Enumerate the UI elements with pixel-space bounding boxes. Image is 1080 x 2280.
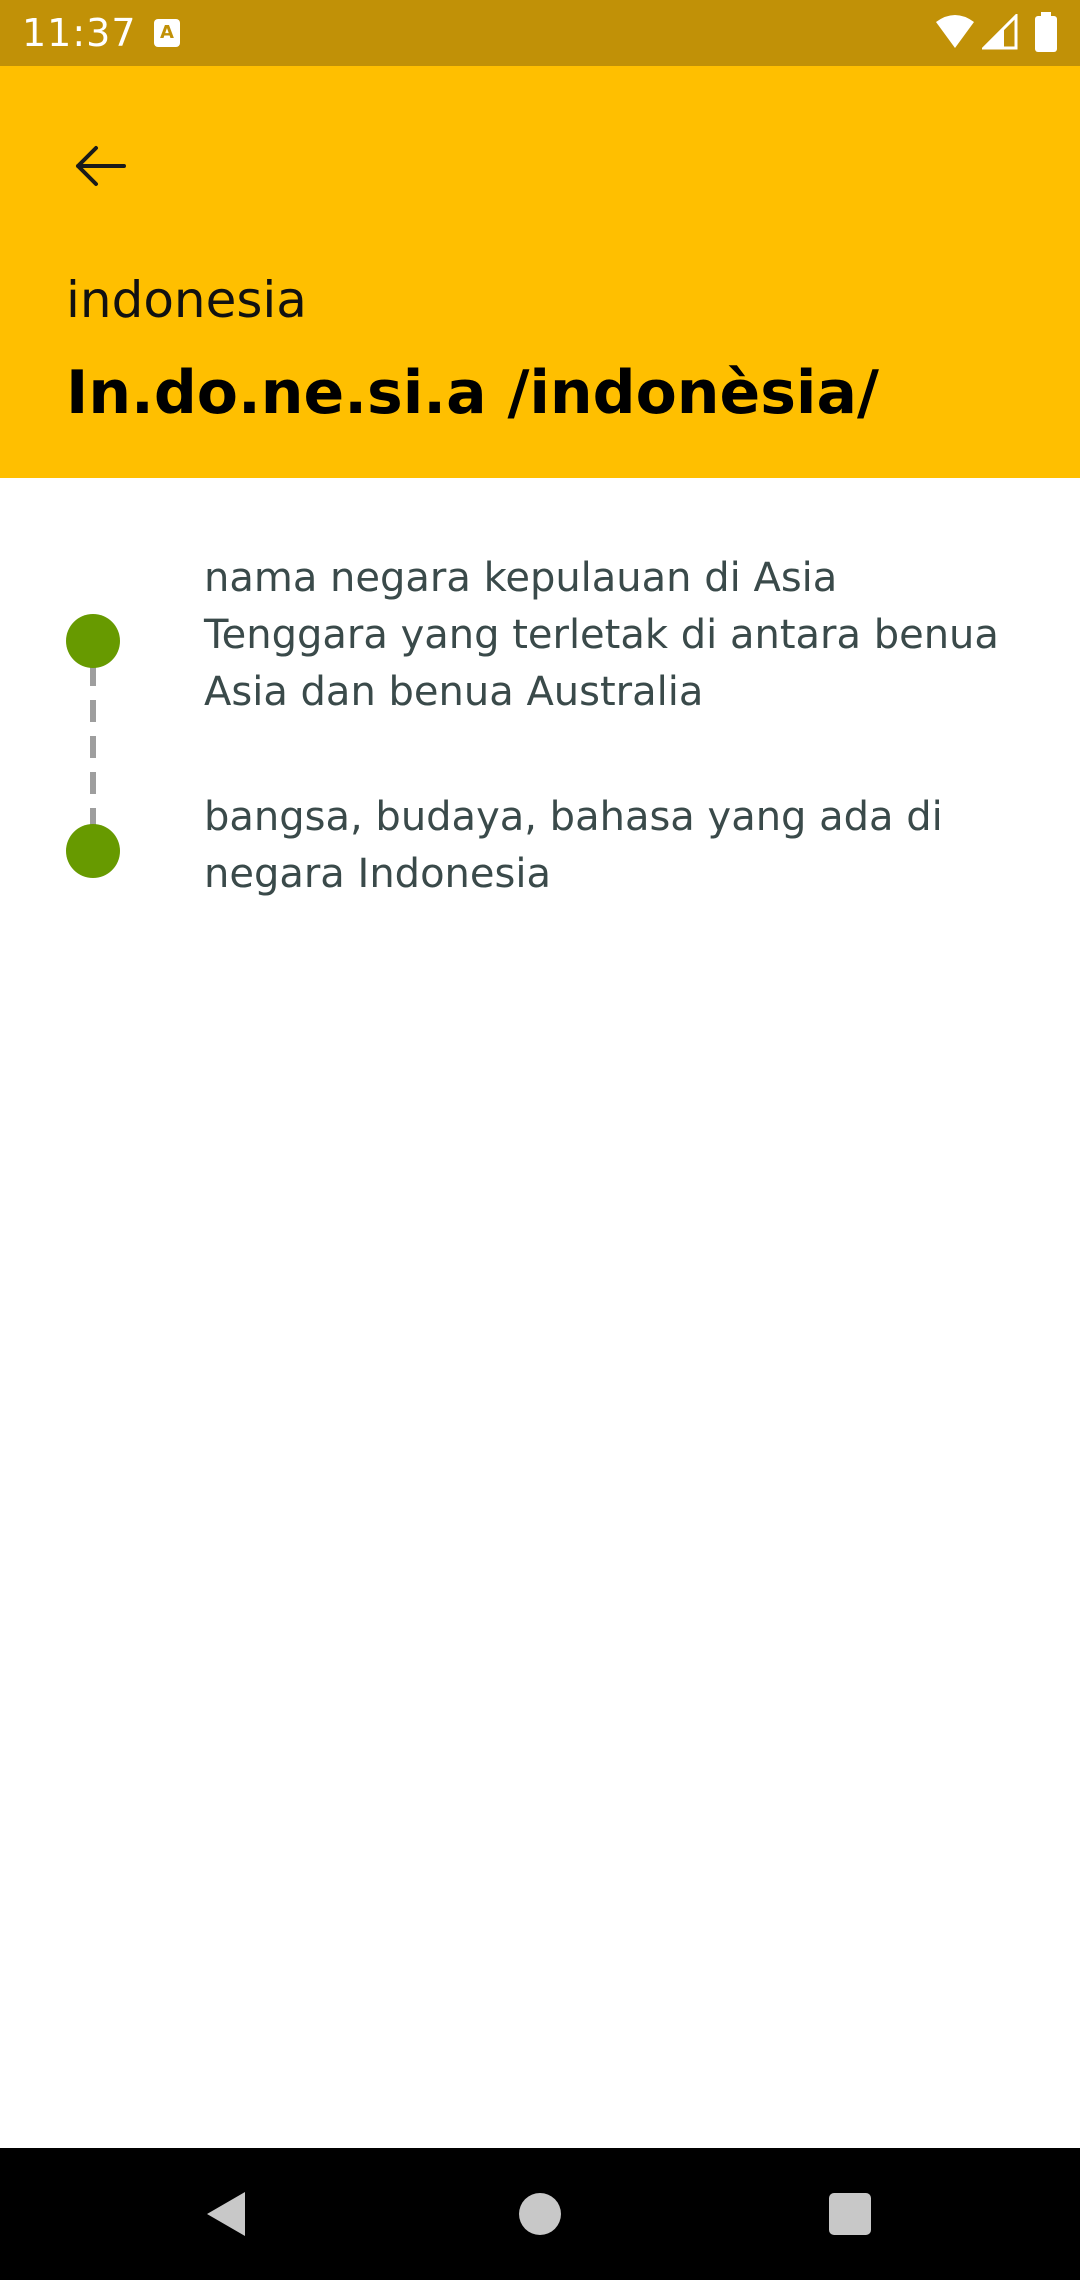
syllable-pronunciation: In.do.ne.si.a /indonèsia/ xyxy=(66,358,879,428)
back-button[interactable] xyxy=(56,126,144,206)
status-time: 11:37 xyxy=(22,11,137,55)
battery-icon xyxy=(1035,12,1057,52)
timeline-dot xyxy=(66,824,120,878)
arrow-left-icon xyxy=(76,146,126,186)
back-triangle-icon[interactable] xyxy=(205,2190,247,2238)
word-title: indonesia xyxy=(66,271,307,329)
recents-square-icon[interactable] xyxy=(829,2193,871,2235)
word-header: indonesia In.do.ne.si.a /indonèsia/ xyxy=(0,66,1080,478)
definition-item: nama negara kepulauan di Asia Tenggara y… xyxy=(204,555,999,715)
signal-icon xyxy=(982,14,1018,50)
wifi-icon xyxy=(936,15,974,48)
home-circle-icon[interactable] xyxy=(519,2193,561,2235)
definition-item: bangsa, budaya, bahasa yang ada di negar… xyxy=(204,794,943,897)
status-bar: 11:37 A xyxy=(0,0,1080,66)
notification-icon: A xyxy=(154,19,180,47)
timeline-dot xyxy=(66,614,120,668)
